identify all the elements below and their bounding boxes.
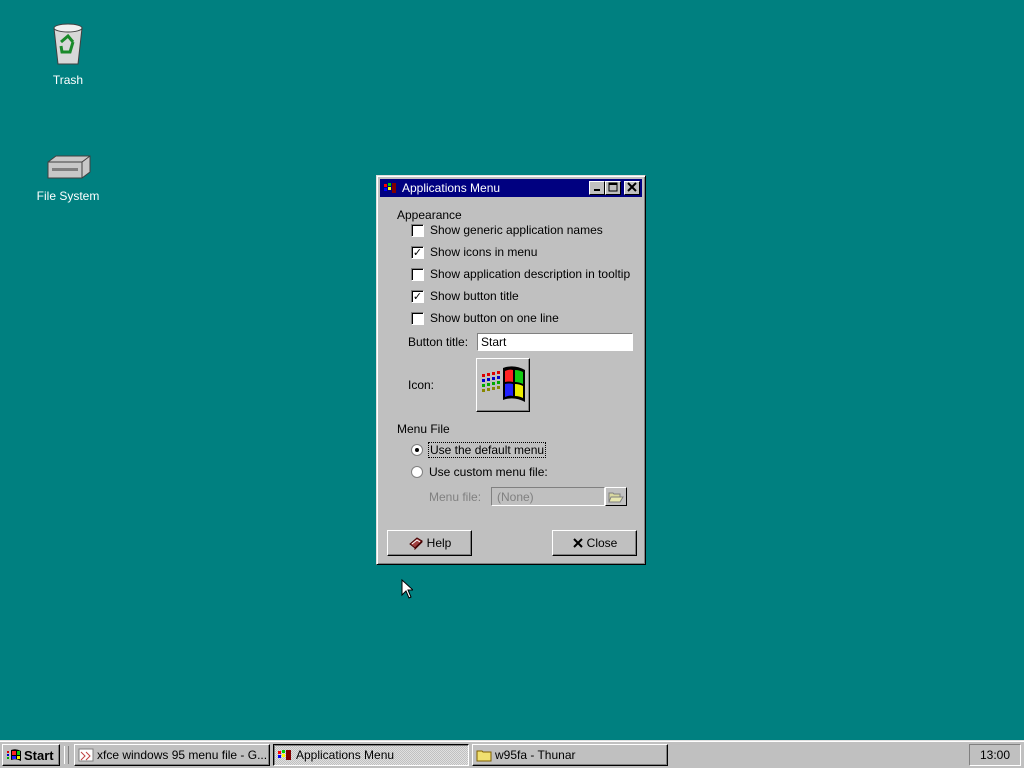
close-label: Close: [586, 536, 618, 550]
help-label: Help: [426, 536, 452, 550]
minimize-icon: [594, 189, 600, 191]
desktop-icon-label: File System: [36, 189, 100, 203]
close-icon: [627, 182, 637, 192]
maximize-button[interactable]: [605, 181, 621, 195]
option-show-icons[interactable]: ✓ Show icons in menu: [411, 244, 537, 260]
close-window-button[interactable]: [624, 181, 640, 195]
radio-button[interactable]: [411, 444, 423, 456]
clock-text: 13:00: [979, 748, 1011, 762]
trash-icon: [53, 23, 83, 65]
checkbox[interactable]: ✓: [411, 245, 424, 259]
icon-label: Icon:: [408, 378, 435, 392]
button-title-label: Button title:: [408, 335, 469, 349]
menu-file-input: (None): [491, 487, 605, 506]
close-button[interactable]: Close: [552, 530, 637, 556]
start-label: Start: [24, 747, 54, 763]
folder-open-icon: [608, 492, 624, 503]
option-label: Show generic application names: [430, 223, 603, 237]
system-tray-clock[interactable]: 13:00: [969, 744, 1021, 766]
option-label: Show icons in menu: [430, 245, 538, 259]
maximize-icon: [608, 182, 618, 192]
option-generic-names[interactable]: Show generic application names: [411, 222, 603, 238]
option-label: Show button on one line: [430, 311, 559, 325]
help-book-icon: [408, 537, 423, 550]
drive-icon: [47, 155, 91, 179]
start-button[interactable]: Start: [2, 744, 60, 766]
browser-icon: [78, 748, 94, 762]
option-one-line[interactable]: Show button on one line: [411, 310, 559, 326]
desktop-icon-label: Trash: [52, 73, 84, 87]
checkbox[interactable]: [411, 267, 424, 281]
radio-label: Use the default menu: [427, 442, 547, 458]
task-label: Applications Menu: [296, 748, 395, 762]
windows-logo-icon: [7, 749, 21, 761]
desktop-icon-file-system[interactable]: File System: [28, 152, 108, 203]
checkbox[interactable]: ✓: [411, 289, 424, 303]
minimize-button[interactable]: [589, 181, 605, 195]
radio-default-menu[interactable]: Use the default menu: [411, 442, 547, 458]
desktop-icon-trash[interactable]: Trash: [28, 22, 108, 87]
windows-flag-icon: [482, 366, 525, 402]
icon-chooser-button[interactable]: [476, 358, 530, 412]
task-applications-menu[interactable]: Applications Menu: [273, 744, 469, 766]
task-browser[interactable]: xfce windows 95 menu file - G...: [74, 744, 270, 766]
task-label: w95fa - Thunar: [495, 748, 576, 762]
button-title-input[interactable]: Start: [477, 333, 633, 351]
help-button[interactable]: Help: [387, 530, 472, 556]
taskbar: Start xfce windows 95 menu file - G... A…: [0, 740, 1024, 768]
taskbar-grip[interactable]: [64, 746, 69, 764]
menu-file-heading: Menu File: [397, 422, 450, 436]
menu-file-label: Menu file:: [429, 490, 482, 504]
app-menu-icon: [384, 183, 396, 193]
option-label: Show application description in tooltip: [430, 267, 631, 281]
option-label: Show button title: [430, 289, 519, 303]
radio-label: Use custom menu file:: [429, 465, 548, 479]
app-menu-icon: [278, 750, 291, 760]
browse-menu-file-button: [605, 487, 627, 506]
appearance-heading: Appearance: [397, 208, 462, 222]
title-bar[interactable]: Applications Menu: [380, 179, 642, 197]
task-label: xfce windows 95 menu file - G...: [97, 748, 268, 762]
radio-button[interactable]: [411, 466, 423, 478]
window-title: Applications Menu: [402, 181, 501, 195]
close-x-icon: [572, 538, 583, 548]
task-thunar[interactable]: w95fa - Thunar: [472, 744, 668, 766]
mouse-pointer-icon: [401, 579, 413, 599]
applications-menu-window: Applications Menu Appearance Show generi…: [376, 175, 646, 565]
checkbox[interactable]: [411, 223, 424, 237]
option-show-button-title[interactable]: ✓ Show button title: [411, 288, 519, 304]
option-description-tooltip[interactable]: Show application description in tooltip: [411, 266, 630, 282]
checkbox[interactable]: [411, 311, 424, 325]
folder-icon: [476, 750, 492, 762]
radio-custom-menu[interactable]: Use custom menu file:: [411, 464, 548, 480]
